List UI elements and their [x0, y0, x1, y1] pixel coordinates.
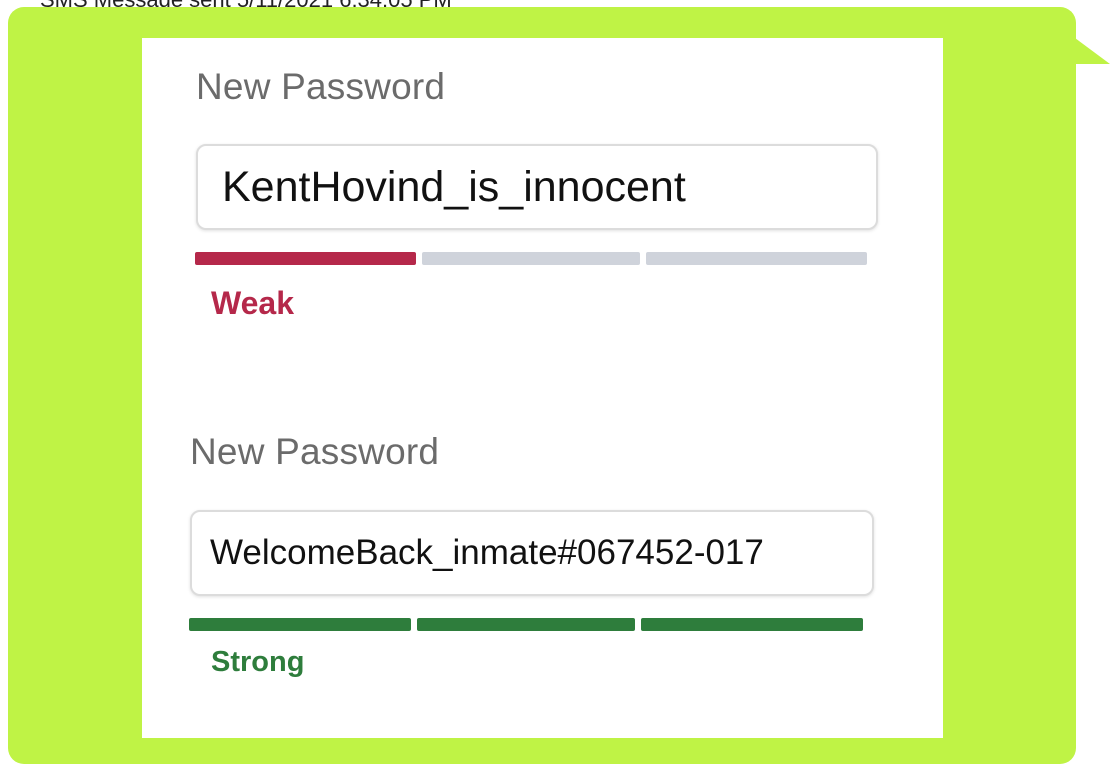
password-value: WelcomeBack_inmate#067452-017 [210, 533, 764, 572]
message-bubble-tail [1060, 38, 1110, 64]
strength-bar-2 [422, 252, 640, 265]
strength-bar-2 [417, 618, 635, 631]
strength-bar-1 [189, 618, 411, 631]
new-password-label: New Password [190, 431, 440, 472]
strength-bar-1 [195, 252, 416, 265]
new-password-input[interactable]: KentHovind_is_innocent [196, 144, 878, 230]
password-image-card: New Password KentHovind_is_innocent Weak… [142, 38, 943, 738]
new-password-label: New Password [196, 66, 446, 107]
new-password-input[interactable]: WelcomeBack_inmate#067452-017 [190, 510, 874, 596]
strength-bar-3 [641, 618, 863, 631]
strength-label-weak: Weak [211, 285, 295, 321]
strength-label-strong: Strong [211, 646, 305, 678]
strength-bar-3 [646, 252, 867, 265]
password-value: KentHovind_is_innocent [222, 162, 686, 211]
